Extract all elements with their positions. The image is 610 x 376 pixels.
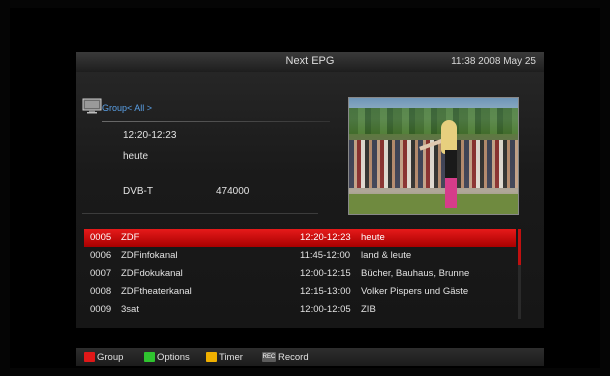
divider [82,213,318,214]
event-time: 11:45-12:00 [300,250,351,261]
event-title: Bücher, Bauhaus, Brunne [361,268,470,279]
channel-row[interactable]: 0009 3sat 12:00-12:05 ZIB [84,301,516,319]
channel-name: ZDFdokukanal [121,268,183,279]
tv-icon [82,98,102,114]
channel-row[interactable]: 0005 ZDF 12:20-12:23 heute [84,229,516,247]
frequency: 474000 [216,186,250,197]
event-title: heute [123,151,149,162]
event-title: ZIB [361,304,376,315]
preview-crowd [349,140,518,188]
timer-key[interactable]: Timer [206,351,243,363]
divider [102,121,330,122]
footer-bar: Group Options Timer REC Record [76,348,544,366]
rec-icon: REC [262,352,276,362]
channel-name: ZDFinfokanal [121,250,178,261]
event-title: heute [361,232,385,243]
channel-row[interactable]: 0007 ZDFdokukanal 12:00-12:15 Bücher, Ba… [84,265,516,283]
channel-number: 0008 [90,286,112,297]
event-time: 12:20-12:23 [123,130,177,141]
options-key[interactable]: Options [144,351,190,363]
channel-row[interactable]: 0006 ZDFinfokanal 11:45-12:00 land & leu… [84,247,516,265]
channel-number: 0009 [90,304,112,315]
preview-lawn [349,194,518,214]
scrollbar[interactable] [518,229,521,319]
options-key-label: Options [157,351,190,363]
channel-number: 0005 [90,232,112,243]
record-key-label: Record [278,351,309,363]
channel-name: ZDF [121,232,140,243]
channel-row[interactable]: 0008 ZDFtheaterkanal 12:15-13:00 Volker … [84,283,516,301]
group-key[interactable]: Group [84,351,124,363]
header-bar: Next EPG 11:38 2008 May 25 [76,52,544,72]
event-title: Volker Pispers und Gäste [361,286,469,297]
preview-singer [441,120,457,154]
event-time: 12:00-12:05 [300,304,351,315]
preview-trees [349,108,518,134]
red-key-icon [84,352,95,362]
channel-number: 0006 [90,250,112,261]
event-time: 12:15-13:00 [300,286,351,297]
record-key[interactable]: REC Record [262,351,309,363]
channel-number: 0007 [90,268,112,279]
yellow-key-icon [206,352,217,362]
channel-name: ZDFtheaterkanal [121,286,192,297]
scrollbar-thumb[interactable] [518,229,521,265]
channel-name: 3sat [121,304,139,315]
channel-list: 0005 ZDF 12:20-12:23 heute 0006 ZDFinfok… [84,229,516,319]
event-time: 12:00-12:15 [300,268,351,279]
clock: 11:38 2008 May 25 [451,56,536,67]
preview-singer-legs [445,178,457,208]
network-type: DVB-T [123,186,153,197]
preview-video [348,97,519,215]
green-key-icon [144,352,155,362]
group-key-label: Group [97,351,124,363]
timer-key-label: Timer [219,351,243,363]
event-title: land & leute [361,250,412,261]
preview-singer-body [445,150,457,180]
event-time: 12:20-12:23 [300,232,351,243]
group-filter[interactable]: Group< All > [102,103,152,113]
